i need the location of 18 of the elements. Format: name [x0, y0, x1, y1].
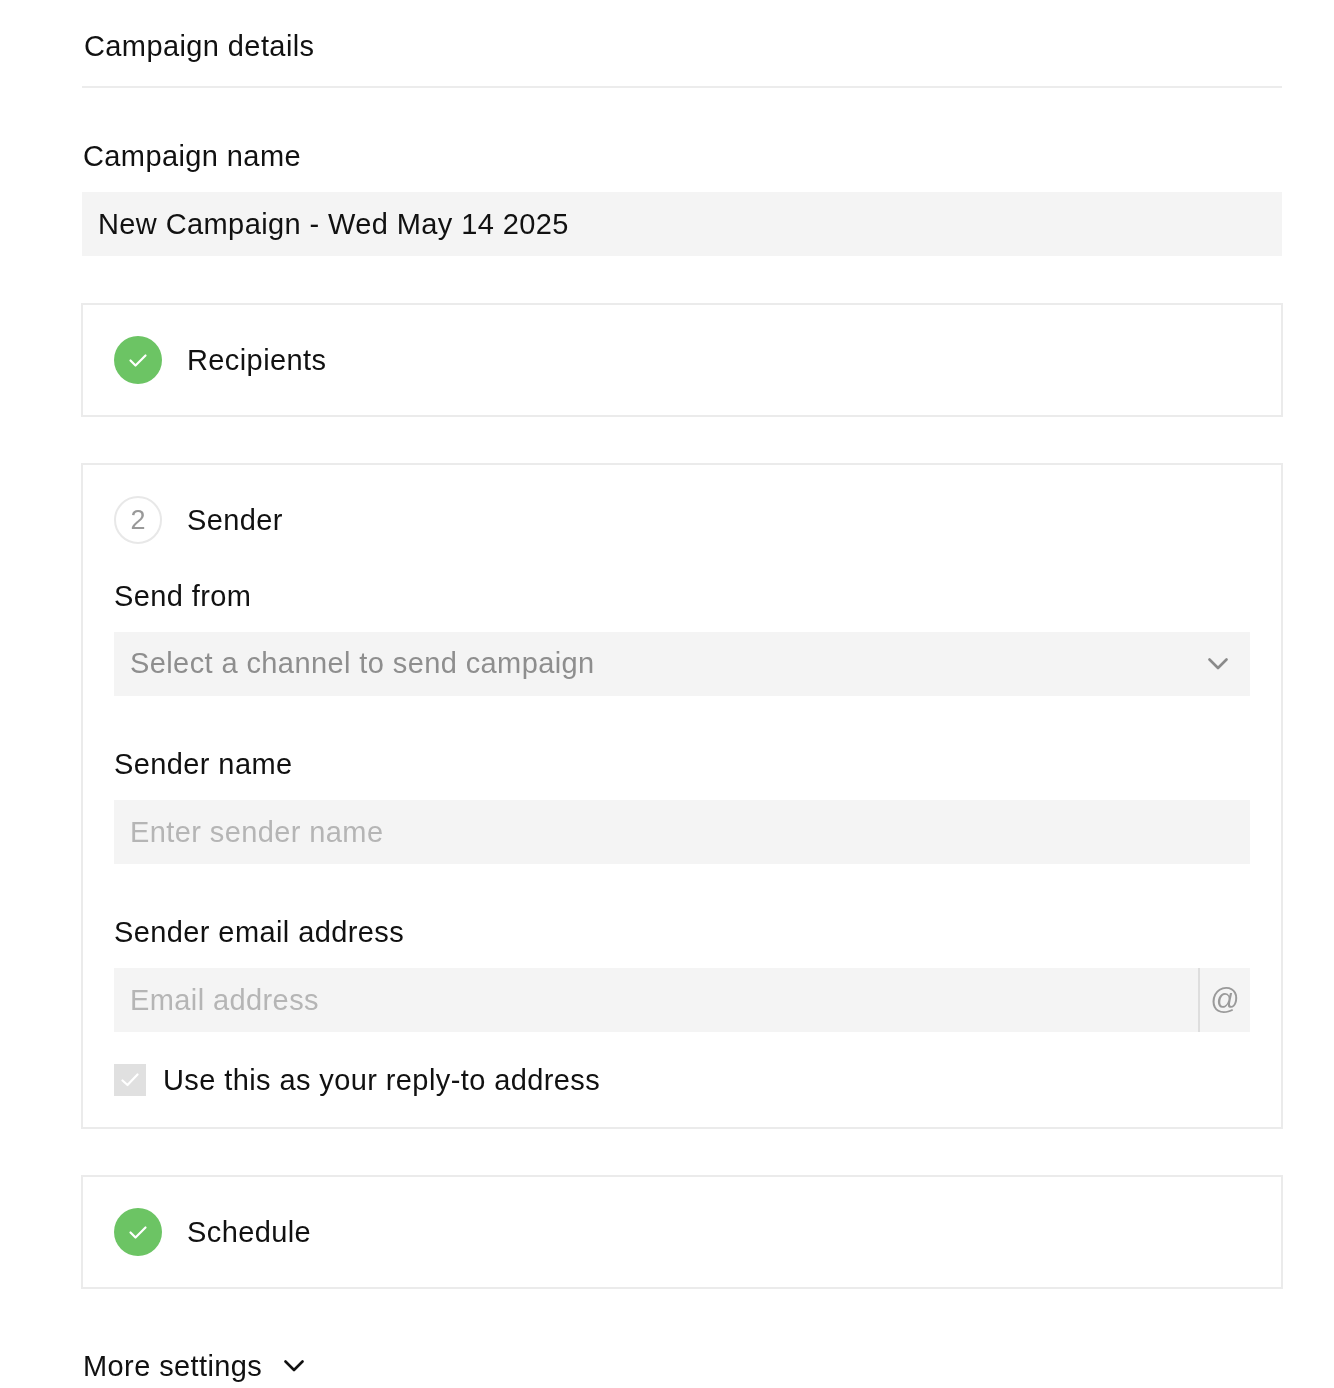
field-label: Sender name	[114, 748, 293, 780]
chevron-down-icon	[1208, 658, 1228, 670]
at-sign-addon: @	[1198, 968, 1250, 1032]
text-field[interactable]: Enter sender name	[114, 800, 1250, 864]
step-number: 2	[114, 496, 162, 544]
more-settings-toggle[interactable]: More settings	[81, 1350, 305, 1382]
email-field[interactable]: Email address	[114, 968, 1198, 1032]
section-title: Campaign details	[84, 29, 315, 64]
checkbox-label: Use this as your reply-to address	[163, 1064, 601, 1096]
step-title: Sender	[187, 504, 283, 536]
field-label: Campaign name	[83, 140, 301, 172]
field-label: Send from	[114, 580, 252, 612]
step-title: Schedule	[187, 1216, 312, 1248]
campaign-name-field[interactable]: New Campaign - Wed May 14 2025	[82, 192, 1282, 256]
step-title: Recipients	[187, 344, 327, 376]
check-icon	[121, 1073, 139, 1087]
chevron-down-icon	[284, 1360, 305, 1372]
field-label: Sender email address	[114, 916, 405, 948]
